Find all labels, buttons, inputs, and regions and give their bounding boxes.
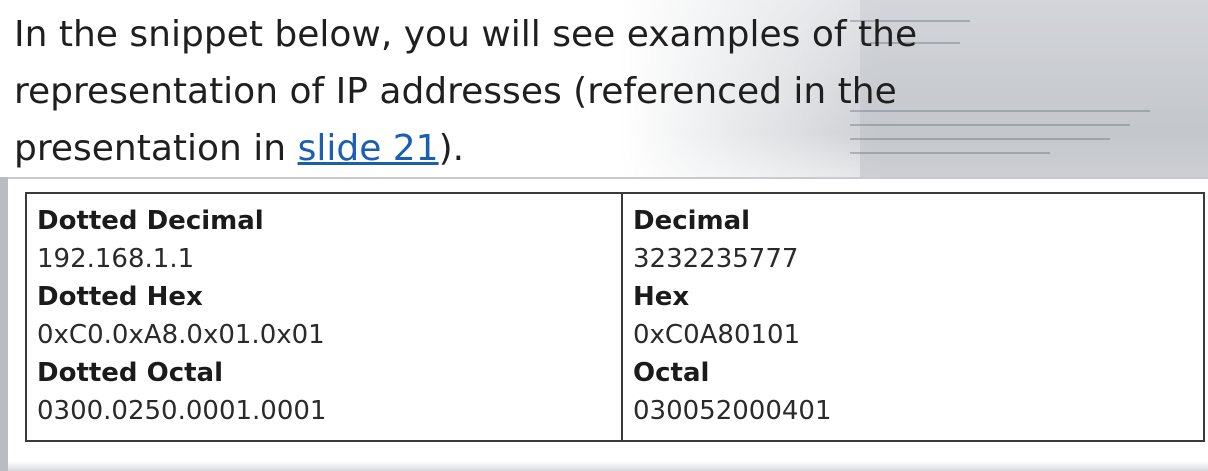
intro-text: In the snippet below, you will see examp… [14, 14, 918, 169]
dotted-decimal-label: Dotted Decimal [37, 206, 264, 236]
dotted-octal-value: 0300.0250.0001.0001 [37, 396, 327, 426]
dotted-decimal-value: 192.168.1.1 [37, 244, 195, 274]
snippet-bottom-shadow [8, 461, 1208, 471]
hex-label: Hex [633, 282, 690, 312]
decimal-value: 3232235777 [633, 244, 799, 274]
code-snippet-panel: Dotted Decimal 192.168.1.1 Dotted Hex 0x… [0, 177, 1208, 471]
ip-representation-table: Dotted Decimal 192.168.1.1 Dotted Hex 0x… [25, 192, 1205, 442]
table-cell-dotted: Dotted Decimal 192.168.1.1 Dotted Hex 0x… [26, 193, 623, 441]
dotted-octal-label: Dotted Octal [37, 358, 223, 388]
slide-21-link[interactable]: slide 21 [298, 128, 439, 169]
intro-text-end: ). [438, 128, 465, 169]
octal-value: 030052000401 [633, 396, 832, 426]
decimal-label: Decimal [633, 206, 751, 236]
table-row: Dotted Decimal 192.168.1.1 Dotted Hex 0x… [26, 193, 1204, 441]
dotted-hex-label: Dotted Hex [37, 282, 203, 312]
table-cell-plain: Decimal 3232235777 Hex 0xC0A80101 Octal … [622, 193, 1204, 441]
dotted-hex-value: 0xC0.0xA8.0x01.0x01 [37, 320, 325, 350]
octal-label: Octal [633, 358, 710, 388]
intro-paragraph: In the snippet below, you will see examp… [14, 6, 1014, 177]
hex-value: 0xC0A80101 [633, 320, 801, 350]
